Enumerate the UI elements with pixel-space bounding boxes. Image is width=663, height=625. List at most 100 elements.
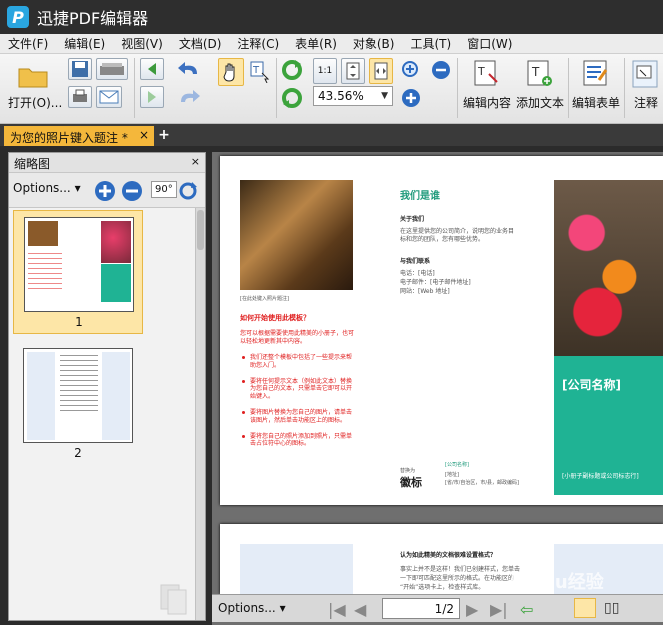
company-short: [公司名称] xyxy=(445,462,469,468)
document-tab-title: 为您的照片键入题注 * xyxy=(10,131,128,145)
pages-stack-icon xyxy=(160,584,187,615)
thumbnail-teal-block xyxy=(101,264,131,302)
annotate-button[interactable]: 注释 xyxy=(626,58,663,120)
menu-document[interactable]: 文档(D) xyxy=(171,35,230,52)
two-page-view-icon[interactable]: ▯▯ xyxy=(604,600,619,616)
single-page-view-icon[interactable] xyxy=(574,598,596,618)
scanner-icon[interactable] xyxy=(96,58,128,80)
menu-form[interactable]: 表单(R) xyxy=(287,35,345,52)
thumbnail-page-1[interactable]: 1 xyxy=(13,210,143,334)
logo-big: 徽标 xyxy=(400,476,422,489)
close-icon[interactable]: × xyxy=(191,155,200,168)
edit-form-button[interactable]: 编辑表单 xyxy=(570,58,622,120)
zoom-in-icon[interactable] xyxy=(400,86,422,110)
bullet-dot xyxy=(242,434,245,438)
undo-icon[interactable] xyxy=(172,58,206,80)
menu-file[interactable]: 文件(F) xyxy=(0,35,56,52)
last-page-icon[interactable]: ▶| xyxy=(490,600,508,619)
how-title: 如何开始使用此模板？ xyxy=(240,314,310,322)
menu-comment[interactable]: 注释(C) xyxy=(229,35,287,52)
pdf-page-1[interactable]: [在此处键入照片题注] 如何开始使用此模板？ 您可以根据需要使用此精美的小册子，… xyxy=(220,156,663,505)
thumbnail-toolbar: Options... ▾ 90° xyxy=(9,174,205,208)
close-icon[interactable]: × xyxy=(139,128,149,142)
thumbnail-page-2[interactable]: 2 xyxy=(13,342,143,466)
bullet-item: 要将任何提示文本（例如此文本）替换为您自己的文本，只需单击它即可以开始键入。 xyxy=(240,378,355,401)
thumbnail-preview xyxy=(23,348,133,443)
page2-heading: 认为如此精美的文档很难设置格式？ xyxy=(400,552,497,559)
thumbnail-photo xyxy=(28,221,58,246)
document-tab-bar: 为您的照片键入题注 * × + xyxy=(0,124,663,146)
contact-heading: 与我们联系 xyxy=(400,258,431,265)
redo-icon[interactable] xyxy=(172,86,206,108)
toolbar-separator xyxy=(134,58,135,118)
zoom-select[interactable]: 43.56% ▼ xyxy=(313,86,393,106)
page2-line: “开始”选项卡上，检查样式库。 xyxy=(400,584,485,591)
contact-line: 电子邮件：[电子邮件地址] xyxy=(400,279,471,286)
page-number-input[interactable]: 1/2 xyxy=(382,598,460,619)
menu-view[interactable]: 视图(V) xyxy=(113,35,171,52)
print-icon[interactable] xyxy=(68,86,92,108)
zoom-out-icon[interactable] xyxy=(430,58,452,82)
document-viewer[interactable]: [在此处键入照片题注] 如何开始使用此模板？ 您可以根据需要使用此精美的小册子，… xyxy=(212,152,663,625)
add-text-icon: T xyxy=(527,60,552,86)
rotate-page-button[interactable]: 90° xyxy=(151,181,177,198)
menu-window[interactable]: 窗口(W) xyxy=(459,35,520,52)
thumbnail-options-label: Options... xyxy=(13,181,71,195)
thumbnail-options-button[interactable]: Options... ▾ xyxy=(13,181,81,195)
about-text: 在这里提供您的公司简介，说明您的业务目标和您的团队，您有哪些优势。 xyxy=(400,228,515,243)
edit-content-button[interactable]: T 编辑内容 xyxy=(461,58,513,120)
current-page: 1 xyxy=(434,602,443,616)
page2-line: 一下即可匹配这里所示的格式。在功能区的 xyxy=(400,575,515,582)
document-tab[interactable]: 为您的照片键入题注 * × xyxy=(4,126,154,146)
enlarge-thumbnail-icon[interactable] xyxy=(94,180,116,202)
thumbnail-blue-block xyxy=(27,352,55,440)
thumbnail-list: 1 2 xyxy=(9,208,195,620)
prev-page-icon[interactable]: ◀ xyxy=(354,600,366,619)
zoom-marquee-icon[interactable] xyxy=(400,58,422,82)
view-options-button[interactable]: Options... ▾ xyxy=(218,601,286,615)
annotate-icon xyxy=(632,60,658,88)
email-icon[interactable] xyxy=(96,86,122,108)
fit-page-icon[interactable] xyxy=(341,58,365,84)
rotate-arrows-icon[interactable] xyxy=(177,180,199,202)
company-name: [公司名称] xyxy=(562,378,621,392)
rotate-ccw-icon[interactable] xyxy=(280,86,304,110)
svg-text:T: T xyxy=(477,65,485,78)
bullet-dot xyxy=(242,356,245,359)
hand-tool-icon[interactable] xyxy=(218,58,244,86)
edit-content-label: 编辑内容 xyxy=(463,96,512,110)
add-text-button[interactable]: T 添加文本 xyxy=(514,58,566,120)
next-page-icon[interactable]: ▶ xyxy=(466,600,478,619)
about-heading: 我们是谁 xyxy=(400,191,440,202)
new-tab-button[interactable]: + xyxy=(157,128,171,142)
bullet-dot xyxy=(242,410,245,414)
thumbnail-flowers xyxy=(101,221,131,263)
rotate-cw-icon[interactable] xyxy=(280,58,304,82)
app-title: 迅捷PDF编辑器 xyxy=(37,9,149,28)
next-page-icon[interactable] xyxy=(140,86,164,108)
scrollbar-thumb[interactable] xyxy=(197,210,204,250)
logo-small: 替换为 xyxy=(400,468,416,474)
first-page-icon[interactable]: |◀ xyxy=(328,600,346,619)
cafe-photo xyxy=(240,180,353,290)
menu-object[interactable]: 对象(B) xyxy=(345,35,403,52)
thumbnail-page-number: 1 xyxy=(75,315,83,329)
svg-text:T: T xyxy=(531,65,540,79)
menu-tools[interactable]: 工具(T) xyxy=(402,35,459,52)
watermark: Baidu经验 xyxy=(510,572,604,593)
save-icon[interactable] xyxy=(68,58,92,80)
fit-width-icon[interactable] xyxy=(369,58,393,84)
thumbnail-panel-title: 缩略图 xyxy=(14,157,51,171)
reduce-thumbnail-icon[interactable] xyxy=(121,180,143,202)
prev-page-icon[interactable] xyxy=(140,58,164,80)
select-text-icon[interactable]: T xyxy=(248,58,272,86)
page-back-icon[interactable]: ⇦ xyxy=(520,600,533,619)
blue-panel xyxy=(240,544,353,594)
menu-edit[interactable]: 编辑(E) xyxy=(56,35,113,52)
bullet-dot xyxy=(242,379,245,383)
zoom-value: 43.56% xyxy=(318,89,364,103)
actual-size-icon[interactable]: 1:1 xyxy=(313,58,337,84)
thumbnail-red-text xyxy=(28,253,62,293)
open-button[interactable]: 打开(O)... xyxy=(6,58,62,120)
thumbnail-scrollbar[interactable] xyxy=(195,208,205,620)
